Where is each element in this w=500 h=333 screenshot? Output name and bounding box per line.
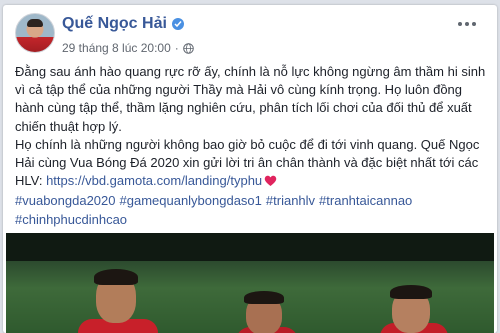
hashtag-tranhtaicannao[interactable]: #tranhtaicannao [319,193,412,208]
photo-person-right [374,285,454,333]
avatar-hair [27,19,43,27]
hashtag-list: #vuabongda2020 #gamequanlybongdaso1 #trian… [15,192,487,228]
post-photo[interactable] [6,233,494,333]
hashtag-vuabongda2020[interactable]: #vuabongda2020 [15,193,116,208]
heart-icon [264,174,277,192]
facebook-post: Quế Ngọc Hải 29 tháng 8 lúc 20:00 · Đằng… [3,5,497,333]
verified-badge-icon [171,18,184,30]
dot-2 [465,22,469,26]
hashtag-gamequanlybongdaso1[interactable]: #gamequanlybongdaso1 [120,193,262,208]
hashtag-trianhlv[interactable]: #trianhlv [266,193,315,208]
hair-left [94,269,138,285]
photo-person-middle [232,291,302,333]
photo-person-left [78,267,158,333]
hair-middle [244,291,284,304]
author-row: Quế Ngọc Hải [62,15,184,33]
globe-icon[interactable] [182,42,194,54]
meta-separator: · [174,41,179,55]
author-avatar[interactable] [15,13,55,53]
more-options-icon[interactable] [455,17,479,31]
post-body: Đằng sau ánh hào quang rực rỡ ấy, chính … [15,63,487,229]
post-meta: 29 tháng 8 lúc 20:00 · [62,41,194,55]
post-paragraph-2: Họ chính là những người không bao giờ bỏ… [15,136,487,193]
dot-1 [458,22,462,26]
hair-right [390,285,432,299]
post-paragraph-1: Đằng sau ánh hào quang rực rỡ ấy, chính … [15,64,486,134]
author-name-link[interactable]: Quế Ngọc Hải [62,15,167,33]
dot-3 [472,22,476,26]
post-timestamp[interactable]: 29 tháng 8 lúc 20:00 [62,41,171,55]
hashtag-chinhphucdinhcao[interactable]: #chinhphucdinhcao [15,212,127,227]
landing-page-link[interactable]: https://vbd.gamota.com/landing/typhu [46,173,262,188]
